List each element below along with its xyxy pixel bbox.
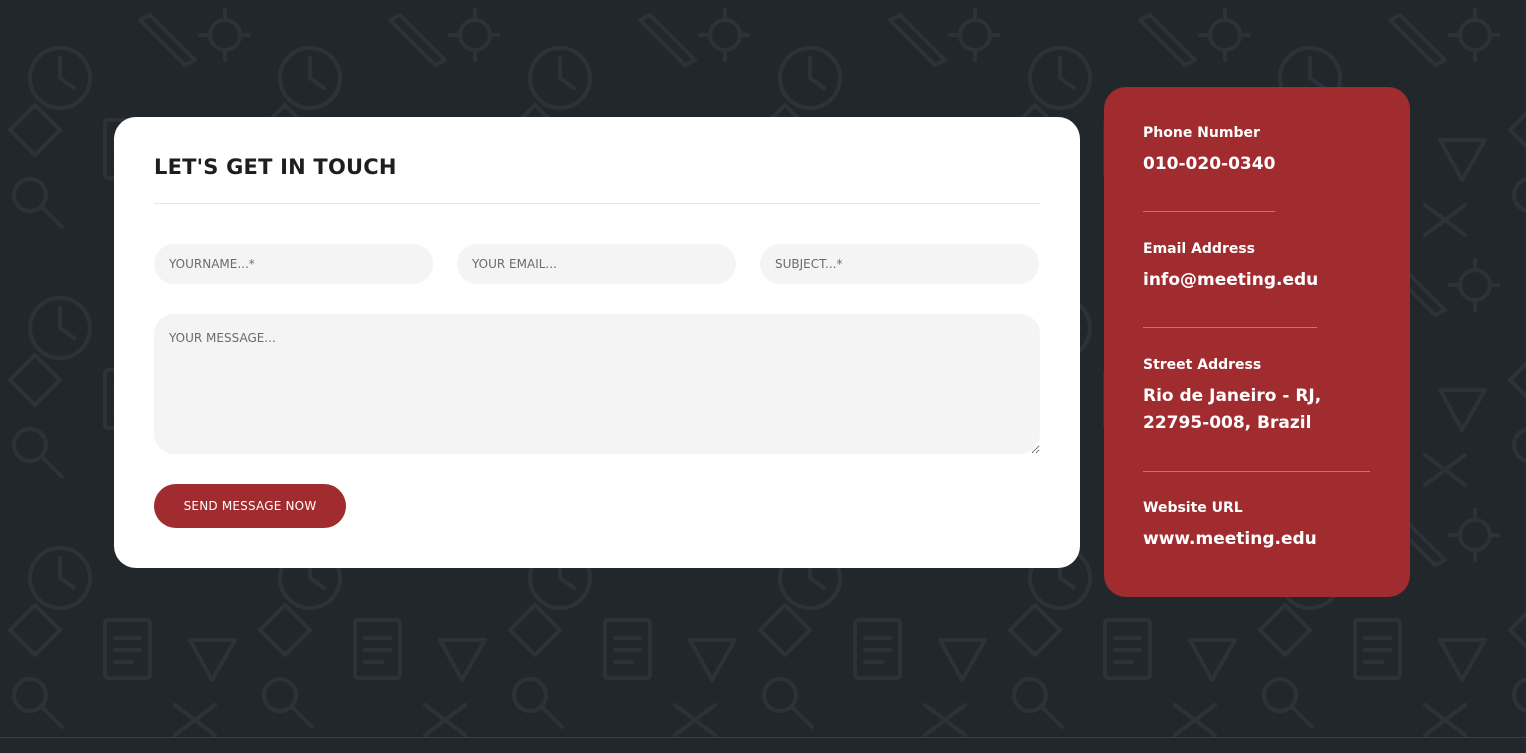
email-value[interactable]: info@meeting.edu (1143, 267, 1318, 294)
email-label: Email Address (1143, 241, 1256, 257)
send-message-button[interactable]: SEND MESSAGE NOW (154, 484, 346, 528)
address-line1: Rio de Janeiro - RJ, (1143, 386, 1322, 406)
phone-label: Phone Number (1143, 125, 1260, 141)
footer-divider (0, 737, 1526, 738)
website-block: Website URL www.meeting.edu (1143, 500, 1317, 553)
contact-form-card: LET'S GET IN TOUCH SEND MESSAGE NOW (114, 117, 1080, 568)
email-block: Email Address info@meeting.edu (1143, 241, 1318, 294)
message-textarea[interactable] (154, 314, 1040, 454)
address-line2: 22795-008, Brazil (1143, 413, 1312, 433)
contact-info-card: Phone Number 010-020-0340 Email Address … (1104, 87, 1410, 597)
website-label: Website URL (1143, 500, 1243, 516)
phone-value[interactable]: 010-020-0340 (1143, 151, 1275, 178)
subject-input[interactable] (760, 244, 1039, 284)
phone-divider (1143, 211, 1275, 212)
form-title-divider (154, 203, 1040, 204)
name-input[interactable] (154, 244, 433, 284)
form-title: LET'S GET IN TOUCH (154, 155, 397, 179)
phone-block: Phone Number 010-020-0340 (1143, 125, 1275, 178)
website-value[interactable]: www.meeting.edu (1143, 526, 1317, 553)
address-value: Rio de Janeiro - RJ, 22795-008, Brazil (1143, 383, 1321, 437)
address-label: Street Address (1143, 357, 1262, 373)
address-block: Street Address Rio de Janeiro - RJ, 2279… (1143, 357, 1321, 437)
email-input[interactable] (457, 244, 736, 284)
email-divider (1143, 327, 1317, 328)
address-divider (1143, 471, 1370, 472)
